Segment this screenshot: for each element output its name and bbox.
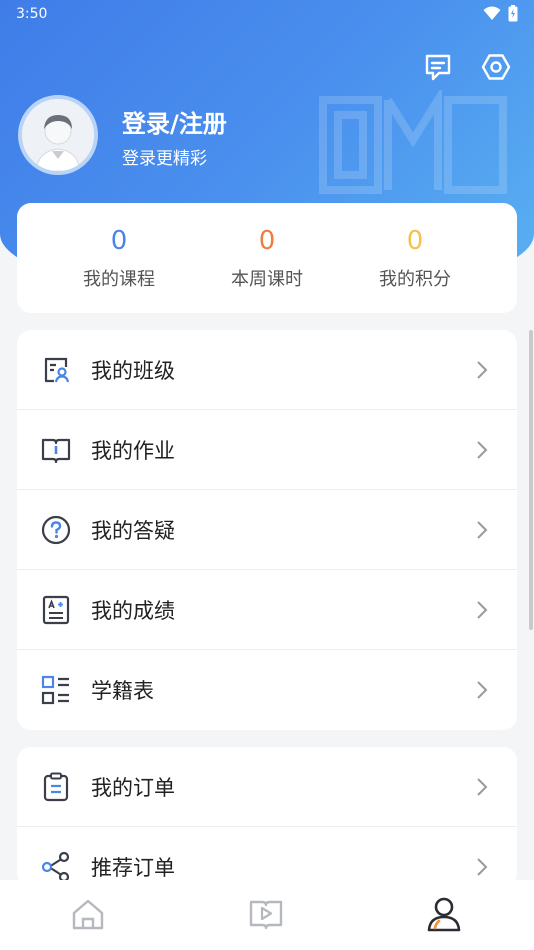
message-icon	[425, 54, 451, 81]
stat-value: 0	[406, 226, 424, 256]
avatar[interactable]	[18, 95, 98, 175]
tab-home[interactable]	[68, 894, 108, 934]
menu-label: 学籍表	[91, 679, 154, 703]
chevron-right-icon	[477, 441, 488, 459]
chevron-right-icon	[477, 361, 488, 379]
chevron-right-icon	[477, 601, 488, 619]
chevron-right-icon	[477, 681, 488, 699]
menu-label: 我的作业	[91, 438, 175, 463]
chevron-right-icon	[477, 778, 488, 796]
menu-item-my-homework[interactable]: 我的作业	[17, 410, 517, 490]
video-book-icon	[249, 900, 283, 930]
menu-item-recommend-orders[interactable]: 推荐订单	[17, 827, 517, 887]
gear-icon	[481, 54, 511, 80]
homework-book-icon	[41, 438, 71, 464]
scrollbar[interactable]	[529, 330, 533, 630]
stat-label: 我的积分	[379, 269, 451, 290]
battery-icon	[508, 5, 518, 22]
menu-item-my-class[interactable]: 我的班级	[17, 330, 517, 410]
menu-label: 我的成绩	[91, 598, 175, 623]
stat-my-points[interactable]: 0 我的积分	[345, 223, 485, 291]
settings-button[interactable]	[480, 51, 512, 83]
tab-video-course[interactable]	[246, 894, 286, 934]
profile-person-icon	[427, 897, 461, 932]
menu-item-my-orders[interactable]: 我的订单	[17, 747, 517, 827]
bottom-tab-bar	[0, 880, 534, 950]
status-bar: 3:50	[0, 0, 534, 30]
stat-my-courses[interactable]: 0 我的课程	[49, 223, 189, 291]
wifi-icon	[483, 6, 501, 20]
message-button[interactable]	[422, 51, 454, 83]
menu-label: 我的答疑	[91, 518, 175, 543]
chevron-right-icon	[477, 858, 488, 876]
chevron-right-icon	[477, 521, 488, 539]
stat-label: 本周课时	[231, 269, 303, 290]
default-user-avatar-icon	[22, 99, 94, 171]
stats-card: 0 我的课程 0 本周课时 0 我的积分	[17, 203, 517, 313]
menu-item-my-grades[interactable]: 我的成绩	[17, 570, 517, 650]
share-icon	[41, 851, 70, 883]
grade-report-icon	[42, 595, 70, 625]
question-icon	[41, 515, 71, 545]
stat-value: 0	[110, 226, 128, 256]
stat-value: 0	[258, 226, 276, 256]
menu-item-student-record[interactable]: 学籍表	[17, 650, 517, 730]
menu-item-my-qa[interactable]: 我的答疑	[17, 490, 517, 570]
status-time: 3:50	[16, 6, 48, 22]
menu-label: 我的订单	[91, 775, 175, 800]
stat-label: 我的课程	[83, 269, 155, 290]
menu-label: 我的班级	[91, 358, 175, 383]
login-register-link[interactable]: 登录/注册	[122, 104, 227, 139]
student-record-list-icon	[41, 675, 69, 705]
clipboard-order-icon	[43, 772, 69, 802]
login-subtitle: 登录更精彩	[122, 149, 207, 169]
stat-weekly-hours[interactable]: 0 本周课时	[197, 223, 337, 291]
menu-group-orders: 我的订单 推荐订单	[17, 747, 517, 887]
class-roster-icon	[44, 357, 70, 383]
tab-profile[interactable]	[424, 894, 464, 934]
watermark-logo-icon	[319, 90, 507, 194]
home-icon	[72, 899, 104, 930]
menu-group-learning: 我的班级 我的作业 我的答疑 我的成绩 学籍表	[17, 330, 517, 730]
menu-label: 推荐订单	[91, 856, 175, 880]
